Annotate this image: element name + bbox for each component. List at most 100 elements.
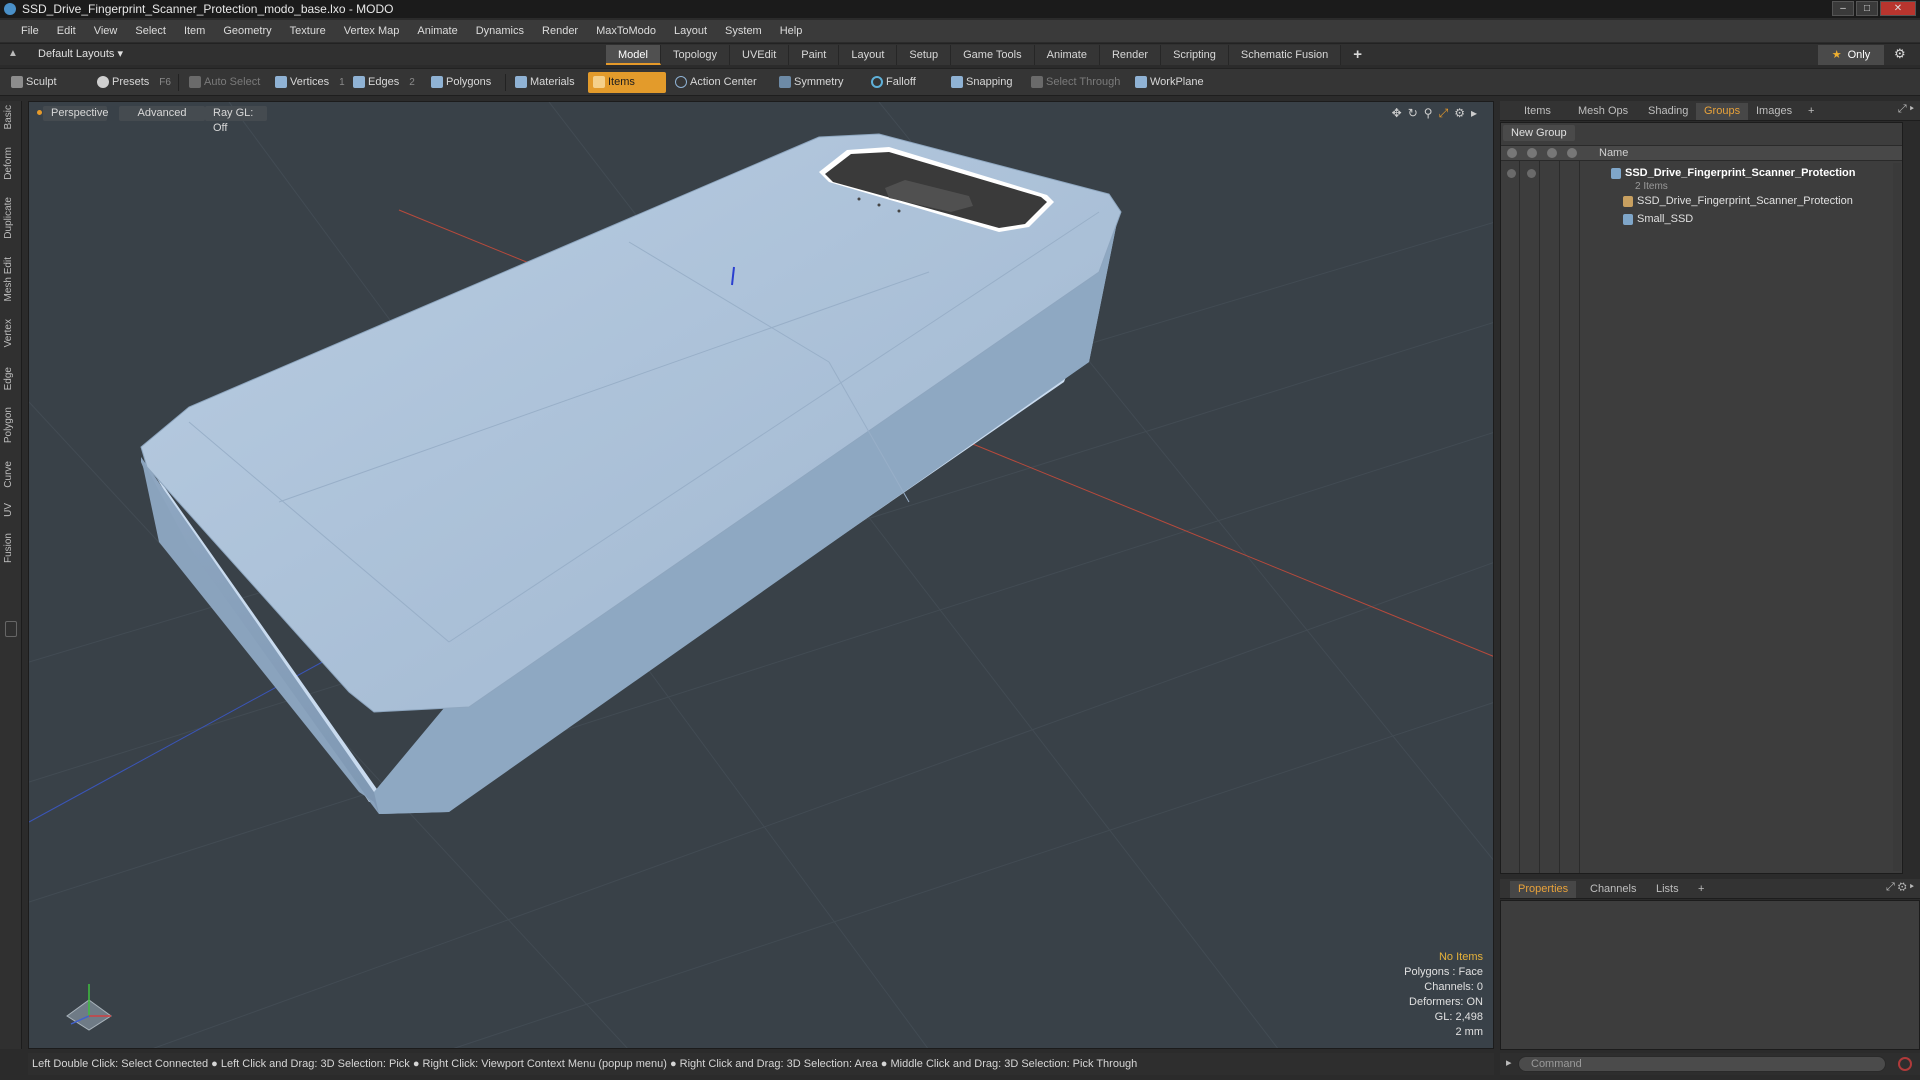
menu-geometry[interactable]: Geometry bbox=[214, 20, 280, 42]
symmetry-button[interactable]: Symmetry bbox=[774, 72, 852, 93]
auto-select-button[interactable]: Auto Select bbox=[184, 72, 268, 93]
list-item[interactable]: SSD_Drive_Fingerprint_Scanner_Protection bbox=[1501, 193, 1902, 210]
strip-tab-uv[interactable]: UV bbox=[3, 503, 19, 517]
view-mode-button[interactable]: Perspective bbox=[43, 106, 108, 121]
layout-toggle-icon[interactable]: ▲ bbox=[8, 48, 20, 60]
raygl-toggle[interactable]: Ray GL: Off bbox=[205, 106, 267, 134]
chevron-down-icon: ▾ bbox=[117, 48, 124, 60]
menu-help[interactable]: Help bbox=[771, 20, 812, 42]
tab-images[interactable]: Images bbox=[1748, 103, 1800, 120]
menu-file[interactable]: File bbox=[12, 20, 48, 42]
strip-tab-duplicate[interactable]: Duplicate bbox=[3, 197, 19, 239]
tab-channels[interactable]: Channels bbox=[1582, 881, 1644, 898]
panel-settings-icon[interactable]: ⤢ ⚙ ▸ bbox=[1886, 881, 1914, 894]
command-history-icon[interactable]: ▸ bbox=[1506, 1056, 1512, 1069]
visibility-col-icon[interactable] bbox=[1507, 148, 1517, 158]
falloff-button[interactable]: Falloff bbox=[866, 72, 924, 93]
strip-tab-fusion[interactable]: Fusion bbox=[3, 533, 19, 563]
snapping-button[interactable]: Snapping bbox=[946, 72, 1021, 93]
expand-arrow-icon[interactable]: ▸ bbox=[1471, 106, 1477, 121]
select-through-button[interactable]: Select Through bbox=[1026, 72, 1128, 93]
tab-render[interactable]: Render bbox=[1099, 45, 1162, 65]
menu-edit[interactable]: Edit bbox=[48, 20, 85, 42]
move-view-icon[interactable]: ✥ bbox=[1392, 106, 1402, 121]
command-input[interactable] bbox=[1518, 1056, 1886, 1072]
menu-item[interactable]: Item bbox=[175, 20, 214, 42]
tab-schematic-fusion[interactable]: Schematic Fusion bbox=[1228, 45, 1342, 65]
tab-shading[interactable]: Shading bbox=[1640, 103, 1696, 120]
menu-vertex-map[interactable]: Vertex Map bbox=[335, 20, 409, 42]
render-icon[interactable] bbox=[1527, 169, 1536, 178]
select-col-icon[interactable] bbox=[1567, 148, 1577, 158]
tab-topology[interactable]: Topology bbox=[660, 45, 731, 65]
minimize-button[interactable]: – bbox=[1832, 1, 1854, 16]
new-group-button[interactable]: New Group bbox=[1503, 125, 1575, 141]
viewport-menu-dot[interactable] bbox=[37, 110, 42, 115]
layout-dropdown[interactable]: Default Layouts ▾ bbox=[38, 47, 123, 60]
vertices-button[interactable]: Vertices 1 bbox=[270, 72, 353, 93]
add-tab-icon[interactable]: + bbox=[1690, 881, 1712, 898]
menu-dynamics[interactable]: Dynamics bbox=[467, 20, 533, 42]
3d-viewport[interactable]: Perspective Advanced Ray GL: Off ✥ ↻ ⚲ ⤢… bbox=[28, 101, 1494, 1049]
menu-system[interactable]: System bbox=[716, 20, 771, 42]
tab-layout[interactable]: Layout bbox=[839, 45, 898, 65]
menu-view[interactable]: View bbox=[85, 20, 127, 42]
menu-maxtomodo[interactable]: MaxToModo bbox=[587, 20, 665, 42]
record-macro-icon[interactable] bbox=[1898, 1057, 1912, 1071]
action-center-button[interactable]: Action Center bbox=[670, 72, 765, 93]
rotate-view-icon[interactable]: ↻ bbox=[1408, 106, 1418, 121]
strip-toggle-icon[interactable] bbox=[5, 621, 17, 637]
workplane-button[interactable]: WorkPlane bbox=[1130, 72, 1212, 93]
strip-tab-curve[interactable]: Curve bbox=[3, 461, 19, 488]
render-col-icon[interactable] bbox=[1527, 148, 1537, 158]
tab-setup[interactable]: Setup bbox=[897, 45, 952, 65]
add-tab-icon[interactable]: + bbox=[1800, 103, 1822, 120]
only-button[interactable]: ★ Only bbox=[1818, 45, 1884, 65]
eye-icon[interactable] bbox=[1507, 169, 1516, 178]
tab-lists[interactable]: Lists bbox=[1648, 881, 1687, 898]
tab-uvedit[interactable]: UVEdit bbox=[730, 45, 790, 65]
tab-scripting[interactable]: Scripting bbox=[1161, 45, 1229, 65]
strip-tab-polygon[interactable]: Polygon bbox=[3, 407, 19, 443]
gear-icon[interactable]: ⚙ bbox=[1894, 46, 1906, 62]
materials-button[interactable]: Materials bbox=[510, 72, 583, 93]
zoom-icon[interactable]: ⚲ bbox=[1424, 106, 1433, 121]
tab-items[interactable]: Items bbox=[1516, 103, 1559, 120]
strip-tab-vertex[interactable]: Vertex bbox=[3, 319, 19, 347]
groups-scrollbar[interactable] bbox=[1893, 163, 1901, 871]
tab-properties[interactable]: Properties bbox=[1510, 881, 1577, 898]
presets-button[interactable]: Presets F6 bbox=[92, 72, 179, 93]
panel-expand-icon[interactable]: ⤢ ▸ bbox=[1898, 103, 1914, 116]
menu-select[interactable]: Select bbox=[126, 20, 175, 42]
layout-dropdown-label: Default Layouts bbox=[38, 48, 115, 60]
auto-select-icon bbox=[189, 76, 201, 88]
strip-tab-basic[interactable]: Basic bbox=[3, 105, 19, 129]
menu-animate[interactable]: Animate bbox=[408, 20, 466, 42]
menu-texture[interactable]: Texture bbox=[281, 20, 335, 42]
strip-tab-mesh-edit[interactable]: Mesh Edit bbox=[3, 257, 19, 301]
tab-mesh-ops[interactable]: Mesh Ops bbox=[1570, 103, 1636, 120]
maximize-view-icon[interactable]: ⤢ bbox=[1439, 106, 1449, 121]
list-item[interactable]: Small_SSD bbox=[1501, 211, 1902, 228]
tab-game-tools[interactable]: Game Tools bbox=[951, 45, 1035, 65]
strip-tab-edge[interactable]: Edge bbox=[3, 367, 19, 390]
close-button[interactable]: ✕ bbox=[1880, 1, 1916, 16]
window-title: SSD_Drive_Fingerprint_Scanner_Protection… bbox=[22, 2, 394, 16]
name-column-header[interactable]: Name bbox=[1599, 147, 1628, 159]
strip-tab-deform[interactable]: Deform bbox=[3, 147, 19, 180]
add-tab-icon[interactable]: + bbox=[1341, 45, 1374, 65]
maximize-button[interactable]: □ bbox=[1856, 1, 1878, 16]
sculpt-button[interactable]: Sculpt bbox=[6, 72, 65, 93]
edges-button[interactable]: Edges 2 bbox=[348, 72, 423, 93]
menu-layout[interactable]: Layout bbox=[665, 20, 716, 42]
items-button[interactable]: Items bbox=[588, 72, 666, 93]
tab-groups[interactable]: Groups bbox=[1696, 103, 1749, 120]
tab-model[interactable]: Model bbox=[606, 45, 661, 65]
shading-mode-button[interactable]: Advanced bbox=[119, 106, 205, 121]
tab-paint[interactable]: Paint bbox=[789, 45, 840, 65]
polygons-button[interactable]: Polygons bbox=[426, 72, 499, 93]
lock-col-icon[interactable] bbox=[1547, 148, 1557, 158]
viewport-settings-icon[interactable]: ⚙ bbox=[1454, 106, 1465, 121]
tab-animate[interactable]: Animate bbox=[1034, 45, 1100, 65]
menu-render[interactable]: Render bbox=[533, 20, 587, 42]
